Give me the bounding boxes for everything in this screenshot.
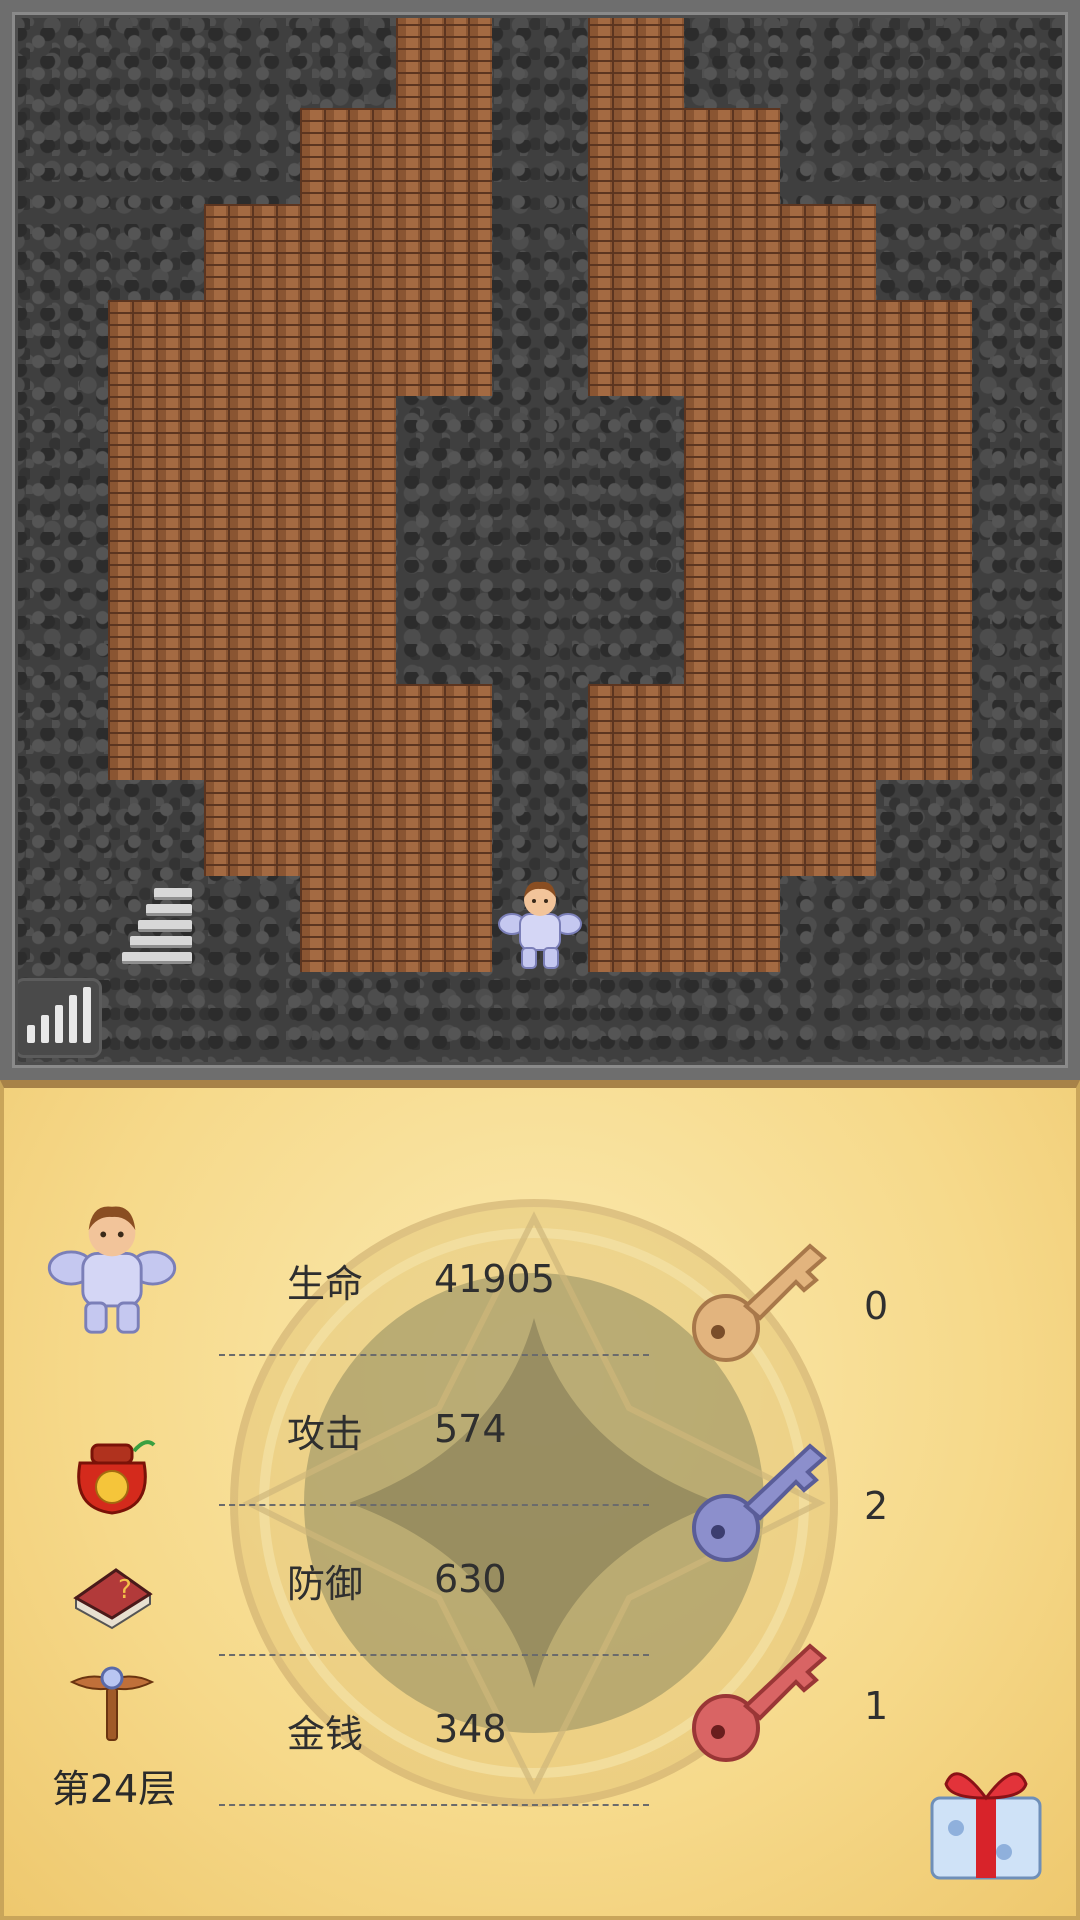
red-key-icon <box>692 1643 828 1762</box>
brick-tile <box>396 204 492 300</box>
brick-tile <box>684 108 780 204</box>
brick-tile <box>396 684 492 780</box>
brick-tile <box>204 204 300 300</box>
brick-tile <box>684 684 780 780</box>
floor-label: 第24层 <box>51 1767 177 1811</box>
brick-tile <box>780 492 876 588</box>
brick-tile <box>108 492 204 588</box>
brick-tile <box>300 780 396 876</box>
gift-box-icon[interactable] <box>916 1748 1056 1888</box>
attack-value: 574 <box>434 1407 507 1451</box>
defense-value: 630 <box>434 1557 507 1601</box>
attack-label: 攻击 <box>287 1412 364 1456</box>
brick-tile <box>876 588 972 684</box>
brick-tile <box>588 204 684 300</box>
brick-tile <box>780 780 876 876</box>
brick-tile <box>876 492 972 588</box>
brick-tile <box>396 780 492 876</box>
yellow-key-count: 0 <box>864 1284 889 1328</box>
brick-tile <box>780 588 876 684</box>
svg-text:?: ? <box>118 1575 132 1605</box>
defense-label: 防御 <box>287 1562 364 1606</box>
brick-tile <box>780 300 876 396</box>
divider <box>219 1804 649 1806</box>
brick-tile <box>300 876 396 972</box>
blue-key-icon <box>692 1443 828 1562</box>
brick-tile <box>300 684 396 780</box>
hero-portrait <box>47 1206 177 1334</box>
gold-label: 金钱 <box>287 1712 364 1756</box>
brick-tile <box>876 684 972 780</box>
status-panel: ? 第24层 生命 41905 攻击 574 防御 630 金钱 348 0 2… <box>0 1080 1080 1920</box>
hp-value: 41905 <box>434 1257 555 1301</box>
brick-tile <box>204 588 300 684</box>
divider <box>219 1654 649 1656</box>
yellow-key-icon <box>692 1243 828 1362</box>
brick-tile <box>588 300 684 396</box>
hp-label: 生命 <box>287 1262 364 1306</box>
blue-key-count: 2 <box>864 1484 889 1528</box>
brick-tile <box>684 780 780 876</box>
brick-tile <box>588 108 684 204</box>
brick-tile <box>396 108 492 204</box>
brick-tile <box>108 300 204 396</box>
brick-tile <box>204 780 300 876</box>
brick-tile <box>108 684 204 780</box>
divider <box>219 1354 649 1356</box>
brick-tile <box>108 588 204 684</box>
brick-tile <box>204 300 300 396</box>
brick-tile <box>204 684 300 780</box>
brick-tile <box>588 780 684 876</box>
brick-tile <box>684 492 780 588</box>
brick-tile <box>780 684 876 780</box>
brick-tile <box>780 396 876 492</box>
brick-tile <box>588 684 684 780</box>
brick-tile <box>300 204 396 300</box>
brick-tile <box>300 492 396 588</box>
brick-tile <box>684 588 780 684</box>
brick-tile <box>300 108 396 204</box>
red-key-count: 1 <box>864 1684 889 1728</box>
brick-tile <box>300 300 396 396</box>
brick-tile <box>396 300 492 396</box>
hero-sprite <box>498 881 582 969</box>
stairs-down-icon[interactable] <box>120 888 198 966</box>
brick-tile <box>684 204 780 300</box>
fly-wand-icon[interactable] <box>62 1650 162 1750</box>
brick-tile <box>108 396 204 492</box>
divider <box>219 1504 649 1506</box>
brick-tile <box>588 12 684 108</box>
brick-tile <box>300 588 396 684</box>
gold-value: 348 <box>434 1707 507 1751</box>
brick-tile <box>876 396 972 492</box>
signal-bars-icon[interactable] <box>14 978 102 1058</box>
monster-book-icon[interactable]: ? <box>62 1536 162 1636</box>
brick-tile <box>876 300 972 396</box>
brick-tile <box>300 396 396 492</box>
brick-tile <box>396 12 492 108</box>
brick-tile <box>204 396 300 492</box>
brick-tile <box>396 876 492 972</box>
lucky-bag-icon[interactable] <box>62 1423 162 1523</box>
brick-tile <box>780 204 876 300</box>
brick-tile <box>588 876 684 972</box>
brick-tile <box>684 876 780 972</box>
brick-tile <box>684 300 780 396</box>
game-map[interactable] <box>0 0 1080 1080</box>
brick-tile <box>204 492 300 588</box>
brick-tile <box>684 396 780 492</box>
